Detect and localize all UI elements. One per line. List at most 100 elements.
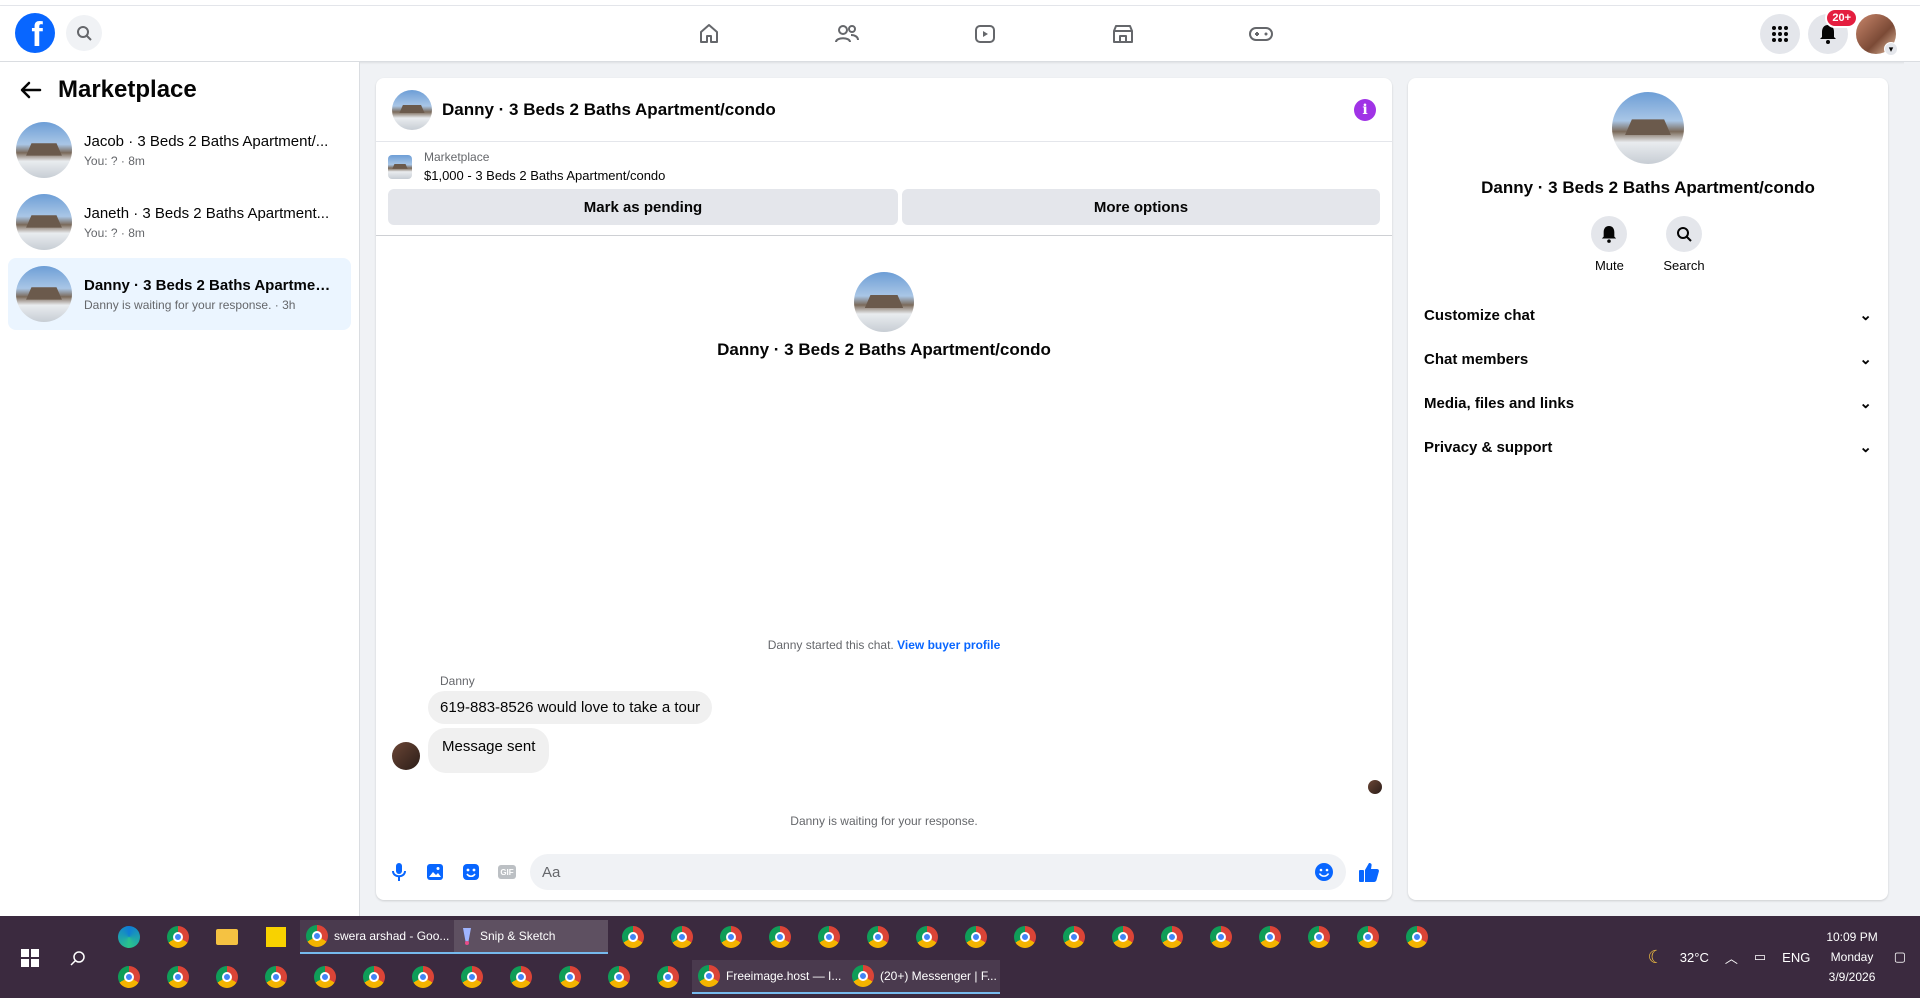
taskbar-chrome[interactable] (951, 920, 1000, 954)
language-indicator[interactable]: ENG (1782, 950, 1810, 965)
listing-thumbnail[interactable] (388, 154, 412, 179)
taskbar-chrome[interactable] (1343, 920, 1392, 954)
taskbar-chrome[interactable] (1000, 920, 1049, 954)
section-chat-members[interactable]: Chat members ⌄ (1408, 337, 1888, 381)
notifications-button[interactable]: 20+ (1808, 8, 1858, 54)
taskbar-file-explorer[interactable] (202, 920, 251, 954)
listing-title[interactable]: $1,000 - 3 Beds 2 Baths Apartment/condo (424, 168, 665, 183)
taskbar-chrome[interactable] (643, 960, 692, 994)
taskbar-chrome[interactable] (153, 960, 202, 994)
view-buyer-profile-link[interactable]: View buyer profile (897, 638, 1000, 652)
taskbar-chrome[interactable] (804, 920, 853, 954)
weather-temp[interactable]: 32°C (1680, 950, 1709, 965)
taskbar-chrome[interactable] (496, 960, 545, 994)
taskbar-chrome[interactable] (447, 960, 496, 994)
taskbar-chrome[interactable] (1392, 920, 1441, 954)
chat-title[interactable]: Danny · 3 Beds 2 Baths Apartment/condo (442, 100, 776, 120)
conversation-item[interactable]: Janeth · 3 Beds 2 Baths Apartment... You… (8, 186, 351, 258)
taskbar-window-messenger[interactable]: (20+) Messenger | F... (846, 960, 1000, 994)
nav-video[interactable] (916, 6, 1054, 62)
search-in-chat-button[interactable]: Search (1663, 216, 1705, 273)
taskbar-chrome[interactable] (153, 920, 202, 954)
voice-clip-button[interactable] (386, 859, 412, 885)
facebook-logo[interactable]: f (15, 13, 55, 53)
page-scrollbar[interactable] (1904, 62, 1920, 916)
taskbar-chrome[interactable] (1294, 920, 1343, 954)
section-media-files-links[interactable]: Media, files and links ⌄ (1408, 381, 1888, 425)
message-input[interactable] (542, 863, 1314, 881)
taskbar-chrome[interactable] (657, 920, 706, 954)
chat-thumbnail[interactable] (392, 89, 432, 130)
nav-marketplace[interactable] (1054, 6, 1192, 62)
taskbar-window-swera[interactable]: swera arshad - Goo... (300, 920, 454, 954)
taskbar-chrome[interactable] (755, 920, 804, 954)
taskbar-row-bottom: Freeimage.host — I... (20+) Messenger | … (104, 960, 1000, 994)
taskbar-chrome[interactable] (594, 960, 643, 994)
like-button[interactable] (1356, 859, 1382, 885)
taskbar-search-button[interactable] (58, 938, 98, 978)
mute-label: Mute (1594, 258, 1624, 273)
seen-avatar (1368, 780, 1382, 794)
network-icon[interactable]: ▭ (1754, 949, 1766, 965)
clock[interactable]: 10:09 PM Monday 3/9/2026 (1826, 927, 1877, 987)
taskbar-chrome[interactable] (1196, 920, 1245, 954)
taskbar-chrome[interactable] (706, 920, 755, 954)
chrome-icon (460, 966, 483, 988)
taskbar-chrome[interactable] (251, 960, 300, 994)
mute-button[interactable]: Mute (1591, 216, 1628, 273)
chrome-icon (1013, 926, 1036, 948)
back-arrow-icon[interactable] (20, 81, 42, 99)
conversation-item[interactable]: Jacob · 3 Beds 2 Baths Apartment/... You… (8, 114, 351, 186)
taskbar-chrome[interactable] (1098, 920, 1147, 954)
conversation-item-active[interactable]: Danny · 3 Beds 2 Baths Apartment... Dann… (8, 258, 351, 330)
menu-button[interactable] (1760, 14, 1800, 54)
taskbar-chrome[interactable] (300, 960, 349, 994)
chrome-icon (719, 926, 742, 948)
start-button[interactable] (10, 938, 50, 978)
gif-button[interactable]: GIF (494, 859, 520, 885)
notification-center-icon[interactable]: ▢ (1894, 949, 1906, 965)
section-privacy-support[interactable]: Privacy & support ⌄ (1408, 425, 1888, 469)
incoming-message[interactable]: Message sent (428, 728, 550, 773)
taskbar-chrome[interactable] (349, 960, 398, 994)
sticker-button[interactable] (458, 859, 484, 885)
taskbar-chrome[interactable] (608, 920, 657, 954)
message-input-box[interactable] (530, 854, 1346, 890)
chrome-icon (117, 966, 140, 988)
taskbar-window-snip[interactable]: Snip & Sketch (454, 920, 608, 954)
search-label: Search (1663, 258, 1705, 273)
nav-friends[interactable] (778, 6, 916, 62)
taskbar-chrome[interactable] (1147, 920, 1196, 954)
conversation-preview: Danny is waiting for your response. · 3h (84, 297, 296, 312)
taskbar-chrome[interactable] (202, 960, 251, 994)
nav-gaming[interactable] (1192, 6, 1330, 62)
taskbar-edge[interactable] (104, 920, 153, 954)
taskbar-chrome[interactable] (902, 920, 951, 954)
incoming-message[interactable]: 619-883-8526 would love to take a tour (428, 691, 713, 724)
nav-home[interactable] (640, 6, 778, 62)
taskbar-chrome[interactable] (1049, 920, 1098, 954)
taskbar-chrome[interactable] (104, 960, 153, 994)
taskbar-chrome[interactable] (1245, 920, 1294, 954)
section-customize-chat[interactable]: Customize chat ⌄ (1408, 293, 1888, 337)
emoji-icon[interactable] (1314, 862, 1334, 882)
account-avatar[interactable]: ▾ (1856, 14, 1898, 56)
more-options-button[interactable]: More options (901, 189, 1380, 225)
taskbar-chrome[interactable] (545, 960, 594, 994)
chat-intro-name: Danny · 3 Beds 2 Baths Apartment/condo (717, 340, 1051, 359)
mark-as-pending-button[interactable]: Mark as pending (388, 189, 898, 225)
taskbar-chrome[interactable] (398, 960, 447, 994)
taskbar-window-freeimage[interactable]: Freeimage.host — I... (692, 960, 846, 994)
chevron-up-icon[interactable]: ︿ (1725, 948, 1738, 967)
info-icon[interactable]: i (1354, 98, 1376, 121)
attach-photo-button[interactable] (422, 859, 448, 885)
search-icon (77, 26, 92, 41)
sender-avatar[interactable] (392, 742, 420, 770)
chrome-icon (1209, 926, 1232, 948)
taskbar-sticky-notes[interactable] (251, 920, 300, 954)
search-button[interactable] (66, 15, 102, 51)
taskbar-chrome[interactable] (853, 920, 902, 954)
conversation-preview: You: ? · 8m (84, 153, 145, 168)
started-text: Danny started this chat. (767, 638, 894, 652)
chrome-icon (1111, 926, 1134, 948)
